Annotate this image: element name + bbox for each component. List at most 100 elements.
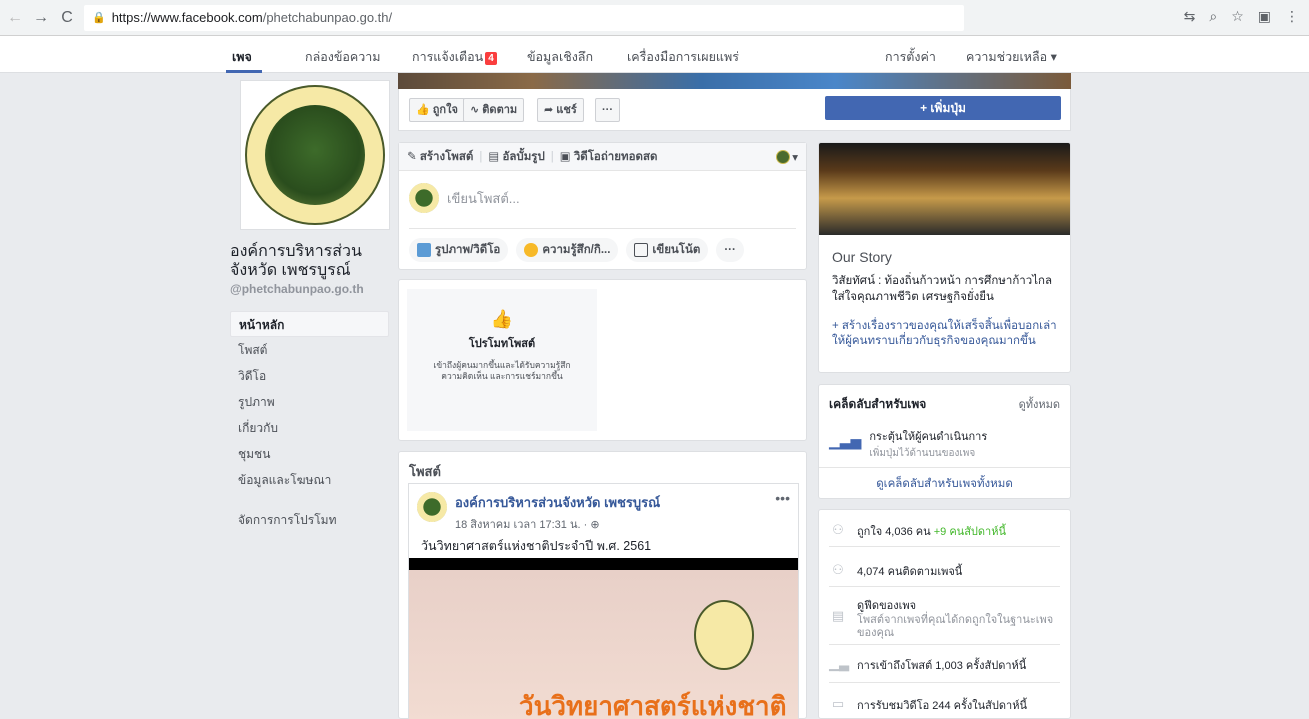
- post-meta: องค์การบริหารส่วนจังหวัด เพชรบูรณ์ 18 สิ…: [455, 492, 660, 533]
- tab-photo-album-label: อัลบั้มรูป: [502, 150, 545, 163]
- manage-promotions-link[interactable]: จัดการการโปรโมท: [238, 511, 337, 530]
- stat-follows[interactable]: ⚇ 4,074 คนติดตามเพจนี้: [829, 562, 962, 580]
- tab-insights[interactable]: ข้อมูลเชิงลึก: [527, 47, 593, 67]
- url-path: /phetchabunpao.go.th/: [262, 10, 393, 25]
- address-bar[interactable]: 🔒 https://www.facebook.com/phetchabunpao…: [84, 4, 964, 31]
- menu-kebab-icon[interactable]: ⋮: [1285, 8, 1299, 25]
- chevron-down-icon: ▾: [792, 151, 798, 164]
- sidebar-item-info-ads[interactable]: ข้อมูลและโฆษณา: [230, 467, 389, 493]
- post-author-link[interactable]: องค์การบริหารส่วนจังหวัด เพชรบูรณ์: [455, 492, 660, 513]
- complete-story-link[interactable]: + สร้างเรื่องราวของคุณให้เสร็จสิ้นเพื่อบ…: [832, 319, 1062, 349]
- tab-photo-album[interactable]: ▤ อัลบั้มรูป: [488, 148, 544, 166]
- share-button[interactable]: ➦ แชร์: [537, 98, 584, 122]
- sidebar-item-photos[interactable]: รูปภาพ: [230, 389, 389, 415]
- stat-post-reach[interactable]: ▁▃ การเข้าถึงโพสต์ 1,003 ครั้งสัปดาห์นี้: [829, 656, 1026, 674]
- sidebar-item-videos[interactable]: วิดีโอ: [230, 363, 389, 389]
- avatar[interactable]: [417, 492, 447, 522]
- stat-video-views[interactable]: ▭ การรับชมวิดีโอ 244 ครั้งในสัปดาห์นี้: [829, 696, 1027, 714]
- page-stats-card: ⚇ ถูกใจ 4,036 คน +9 คนสัปดาห์นี้ ⚇ 4,074…: [818, 509, 1071, 719]
- like-button[interactable]: 👍 ถูกใจ: [409, 98, 465, 122]
- url-host: https://www.facebook.com: [111, 10, 263, 25]
- tab-help[interactable]: ความช่วยเหลือ ▾: [966, 47, 1057, 67]
- follow-button[interactable]: ∿ ติดตาม: [463, 98, 525, 122]
- tab-notifications[interactable]: การแจ้งเตือน 4: [412, 47, 497, 67]
- logo-emblem: [265, 105, 365, 205]
- tab-settings[interactable]: การตั้งค่า: [885, 47, 936, 67]
- bar-chart-icon: ▁▃: [829, 656, 849, 671]
- story-title: Our Story: [832, 249, 892, 265]
- page-side-menu: หน้าหลัก โพสต์ วิดีโอ รูปภาพ เกี่ยวกับ ช…: [230, 311, 389, 493]
- zoom-icon[interactable]: ⌕: [1209, 8, 1217, 25]
- tip-subtitle: เพิ่มปุ่มไว้ด้านบนของเพจ: [869, 448, 976, 459]
- posts-section: โพสต์ องค์การบริหารส่วนจังหวัด เพชรบูรณ์…: [398, 451, 807, 719]
- stat-likes[interactable]: ⚇ ถูกใจ 4,036 คน +9 คนสัปดาห์นี้: [829, 522, 1006, 540]
- sidebar-item-posts[interactable]: โพสต์: [230, 337, 389, 363]
- post-image[interactable]: วันวิทยาศาสตร์แห่งชาติ: [409, 558, 798, 719]
- promote-post-description: เข้าถึงผู้คนมากขึ้นและได้รับความรู้สึก ค…: [433, 360, 571, 381]
- bookmark-star-icon[interactable]: ☆: [1231, 8, 1244, 25]
- tip-item[interactable]: ▁▃▅ กระตุ้นให้ผู้คนดำเนินการ เพิ่มปุ่มไว…: [829, 427, 987, 461]
- forward-arrow-icon[interactable]: →: [30, 7, 52, 29]
- share-arrow-icon: ➦: [544, 104, 554, 116]
- more-options-button[interactable]: ···: [595, 98, 620, 122]
- post-reach-text: การเข้าถึงโพสต์ 1,003 ครั้งสัปดาห์นี้: [857, 660, 1027, 672]
- write-note-button[interactable]: เขียนโน้ต: [626, 238, 709, 262]
- promote-post-title: โปรโมทโพสต์: [468, 338, 536, 350]
- page-top-nav: เพจ กล่องข้อความ การแจ้งเตือน 4 ข้อมูลเชิ…: [0, 36, 1309, 73]
- story-cover-image[interactable]: [819, 143, 1070, 235]
- page-avatar-mini: [776, 149, 791, 164]
- cover-photo[interactable]: [398, 73, 1071, 89]
- likes-delta: +9 คนสัปดาห์นี้: [933, 526, 1006, 538]
- reload-icon[interactable]: C: [56, 7, 78, 29]
- tab-publishing-tools[interactable]: เครื่องมือการเผยแพร่: [627, 47, 739, 67]
- tip-content: กระตุ้นให้ผู้คนดำเนินการ เพิ่มปุ่มไว้ด้า…: [869, 427, 987, 461]
- add-button[interactable]: + เพิ่มปุ่ม: [825, 96, 1061, 120]
- tab-live-video[interactable]: ▣ วิดีโอถ่ายทอดสด: [560, 148, 658, 166]
- divider: [829, 546, 1060, 547]
- composer-options: รูปภาพ/วิดีโอ ความรู้สึก/กิ... เขียนโน้ต…: [409, 238, 744, 262]
- see-all-page-tips-link[interactable]: ดูเคล็ดลับสำหรับเพจทั้งหมด: [819, 467, 1070, 499]
- sidebar-item-community[interactable]: ชุมชน: [230, 441, 389, 467]
- tab-inbox[interactable]: กล่องข้อความ: [305, 47, 381, 67]
- people-icon: ⚇: [832, 562, 844, 577]
- sidebar-item-home[interactable]: หน้าหลัก: [230, 311, 389, 337]
- sidebar-item-about[interactable]: เกี่ยวกับ: [230, 415, 389, 441]
- translate-icon[interactable]: ⇆: [1184, 8, 1196, 25]
- live-video-icon: ▣: [559, 150, 571, 163]
- organization-logo: [245, 85, 385, 225]
- composer-input-row[interactable]: เขียนโพสต์...: [409, 183, 520, 213]
- page-feed-title: ดูฟีดของเพจ: [857, 600, 917, 612]
- divider: [409, 228, 796, 229]
- smiley-icon: [524, 243, 539, 257]
- post-timestamp[interactable]: 18 สิงหาคม เวลา 17:31 น. · ⊕: [455, 515, 660, 533]
- active-tab-indicator: [226, 70, 262, 73]
- post-composer: ✎ สร้างโพสต์ | ▤ อัลบั้มรูป | ▣ วิดีโอถ่…: [398, 142, 807, 270]
- photo-video-button[interactable]: รูปภาพ/วิดีโอ: [409, 238, 509, 262]
- tab-page[interactable]: เพจ: [232, 47, 252, 67]
- post-header: องค์การบริหารส่วนจังหวัด เพชรบูรณ์ 18 สิ…: [417, 492, 660, 533]
- back-arrow-icon[interactable]: ←: [4, 7, 26, 29]
- promote-post-card: 👍 โปรโมทโพสต์ เข้าถึงผู้คนมากขึ้นและได้ร…: [398, 279, 807, 441]
- notification-badge: 4: [485, 52, 497, 65]
- composer-placeholder[interactable]: เขียนโพสต์...: [447, 188, 520, 209]
- page-title[interactable]: องค์การบริหารส่วนจังหวัด เพชรบูรณ์: [230, 242, 400, 280]
- page-action-bar: 👍 ถูกใจ ∿ ติดตาม ➦ แชร์ ··· + เพิ่มปุ่ม: [398, 89, 1071, 131]
- divider: [829, 644, 1060, 645]
- profile-picture[interactable]: [240, 80, 390, 230]
- post-as-selector[interactable]: ▾: [776, 149, 798, 164]
- page-username[interactable]: @phetchabunpao.go.th: [230, 282, 364, 296]
- tab-separator: |: [550, 150, 554, 163]
- stat-page-feed[interactable]: ▤ ดูฟีดของเพจ โพสต์จากเพจที่คุณได้กดถูกใ…: [829, 596, 1057, 640]
- tab-create-post[interactable]: ✎ สร้างโพสต์: [407, 148, 473, 166]
- extension-icon[interactable]: ▣: [1258, 8, 1271, 25]
- avatar: [409, 183, 439, 213]
- promote-post-tile[interactable]: 👍 โปรโมทโพสต์ เข้าถึงผู้คนมากขึ้นและได้ร…: [407, 289, 597, 431]
- tab-create-post-label: สร้างโพสต์: [419, 150, 474, 163]
- composer-more-button[interactable]: ···: [716, 238, 744, 262]
- feeling-activity-button[interactable]: ความรู้สึก/กิ...: [516, 238, 619, 262]
- post-options-icon[interactable]: •••: [775, 490, 790, 506]
- see-all-tips-link[interactable]: ดูทั้งหมด: [1019, 395, 1060, 413]
- story-text: วิสัยทัศน์ : ท้องถิ่นก้าวหน้า การศึกษาก้…: [832, 275, 1053, 303]
- likes-count: ถูกใจ 4,036 คน: [857, 526, 931, 538]
- album-icon: ▤: [488, 150, 500, 163]
